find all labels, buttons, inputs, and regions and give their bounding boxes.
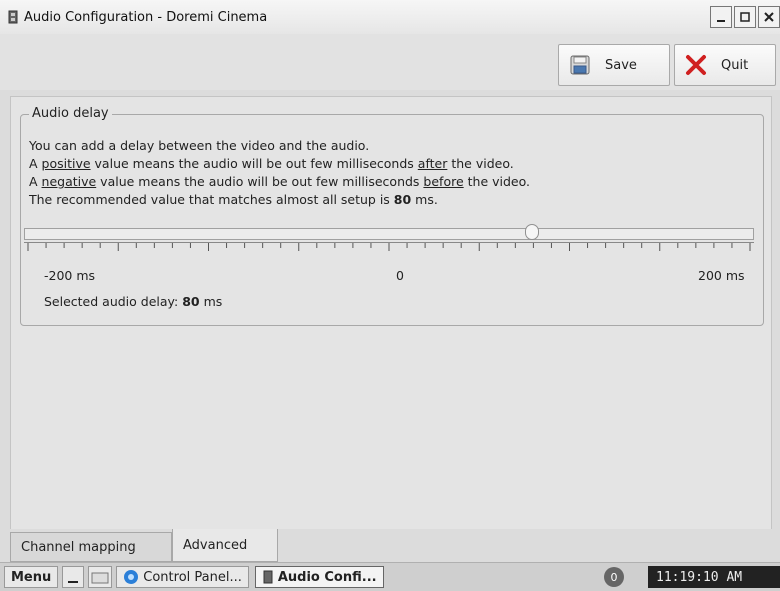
save-label: Save <box>605 57 637 73</box>
menu-button[interactable]: Menu <box>4 566 59 588</box>
close-button[interactable] <box>758 6 780 28</box>
slider-max-label: 200 ms <box>698 268 745 283</box>
menu-label: Menu <box>11 569 52 585</box>
desc-line-4: The recommended value that matches almos… <box>29 192 438 207</box>
taskbar-control-panel[interactable]: Control Panel... <box>116 566 249 588</box>
taskbar-audio-config-label: Audio Confi... <box>277 569 377 585</box>
maximize-icon <box>740 12 750 22</box>
desktop-button[interactable] <box>62 566 85 588</box>
maximize-button[interactable] <box>734 6 756 28</box>
selected-delay-value: 80 <box>182 294 200 309</box>
slider-ticks <box>24 242 754 251</box>
audio-delay-legend: Audio delay <box>29 106 112 121</box>
desc-line-2: A positive value means the audio will be… <box>29 156 514 171</box>
slider-min-label: -200 ms <box>44 268 96 283</box>
audio-delay-slider-track[interactable] <box>24 228 754 240</box>
desc-line-3: A negative value means the audio will be… <box>29 174 531 189</box>
selected-delay-unit: ms <box>203 294 223 309</box>
control-panel-icon <box>124 570 139 584</box>
desktop-icon <box>68 581 79 583</box>
desc-line-1: You can add a delay between the video an… <box>29 138 370 153</box>
selected-delay-prefix: Selected audio delay: <box>44 294 179 309</box>
quit-button[interactable]: Quit <box>674 44 776 86</box>
minimize-button[interactable] <box>710 6 732 28</box>
notification-badge[interactable]: 0 <box>604 567 624 587</box>
tab-channel-mapping-label: Channel mapping <box>21 539 136 555</box>
close-icon <box>764 12 774 22</box>
tab-advanced-label: Advanced <box>183 537 248 553</box>
minimize-icon <box>717 20 725 22</box>
taskbar-control-panel-label: Control Panel... <box>143 569 242 585</box>
terminal-button[interactable] <box>88 566 113 588</box>
tab-bar: Channel mapping Advanced <box>10 528 770 562</box>
quit-label: Quit <box>721 57 749 73</box>
toolbar: Save Quit <box>0 34 780 90</box>
taskbar: Menu Control Panel... Audio Confi... 0 1… <box>0 562 780 591</box>
terminal-icon <box>91 572 109 584</box>
app-icon <box>263 570 273 584</box>
save-icon <box>569 54 591 76</box>
selected-audio-delay: Selected audio delay: 80 ms <box>44 294 222 309</box>
window-title: Audio Configuration - Doremi Cinema <box>24 10 268 25</box>
clock: 11:19:10 AM <box>648 566 780 588</box>
tab-channel-mapping[interactable]: Channel mapping <box>10 532 172 562</box>
taskbar-audio-config[interactable]: Audio Confi... <box>254 566 384 588</box>
slider-mid-label: 0 <box>396 268 404 283</box>
app-icon <box>8 10 18 24</box>
save-button[interactable]: Save <box>558 44 670 86</box>
quit-icon <box>685 54 707 76</box>
audio-delay-description: You can add a delay between the video an… <box>29 137 530 209</box>
tab-advanced[interactable]: Advanced <box>172 529 278 562</box>
window-titlebar: Audio Configuration - Doremi Cinema <box>0 0 780 35</box>
audio-delay-slider-handle[interactable] <box>525 224 540 240</box>
